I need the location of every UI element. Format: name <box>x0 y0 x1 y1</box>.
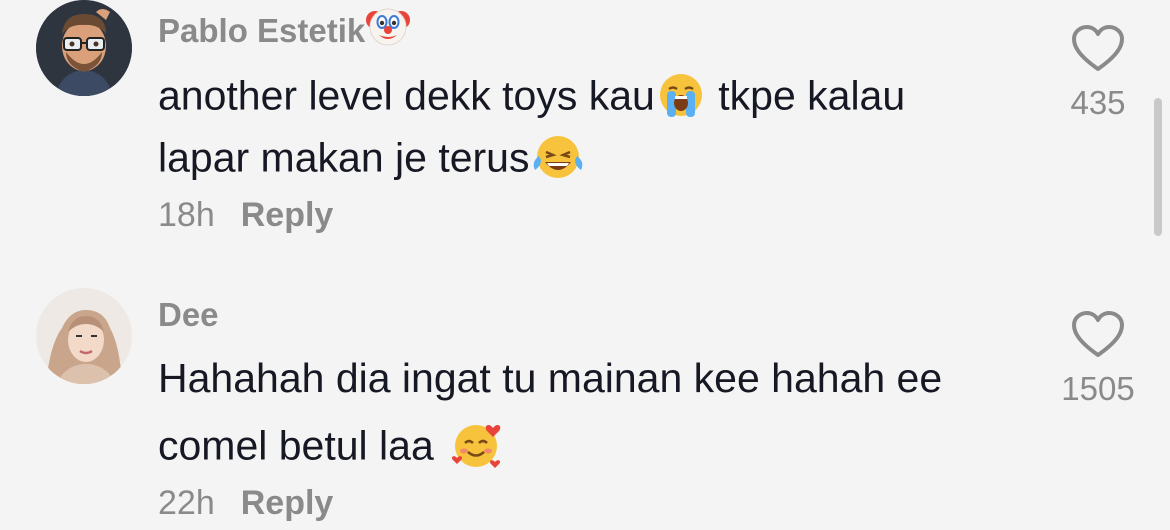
face-with-tears-of-joy-emoji <box>529 132 587 189</box>
username-text: Pablo Estetik <box>158 12 366 49</box>
like-button[interactable]: 435 <box>1038 24 1158 122</box>
smiling-face-with-hearts-emoji <box>449 418 505 479</box>
avatar[interactable] <box>36 288 132 384</box>
comment-meta: 18h Reply <box>158 196 333 235</box>
scrollbar[interactable] <box>1154 98 1162 236</box>
reply-button[interactable]: Reply <box>241 484 334 522</box>
comment-text-line: lapar makan je terus <box>158 132 587 189</box>
comment-text: tkpe kalau <box>706 72 906 119</box>
heart-outline-icon <box>1072 311 1124 357</box>
timestamp: 18h <box>158 196 215 234</box>
timestamp: 22h <box>158 484 215 522</box>
comment-text-line: another level dekk toys kau tkpe kalau <box>158 72 905 125</box>
comment-text: lapar makan je terus <box>158 134 530 181</box>
clown-face-emoji <box>365 4 411 56</box>
comment-text-line: Hahahah dia ingat tu mainan kee hahah ee <box>158 358 942 399</box>
comment-text: another level dekk toys kau <box>158 72 655 119</box>
comment-text: comel betul laa <box>158 422 446 469</box>
comment-text: Hahahah dia ingat tu mainan kee hahah ee <box>158 355 943 401</box>
comment-meta: 22h Reply <box>158 484 333 523</box>
username[interactable]: Pablo Estetik <box>158 4 411 56</box>
avatar[interactable] <box>36 0 132 96</box>
reply-button[interactable]: Reply <box>241 196 334 234</box>
like-button[interactable]: 1505 <box>1038 310 1158 408</box>
like-count: 435 <box>1070 84 1126 121</box>
like-count: 1505 <box>1061 370 1135 407</box>
loudly-crying-face-emoji <box>657 72 705 125</box>
username[interactable]: Dee <box>158 296 219 334</box>
comment-text-line: comel betul laa <box>158 418 505 479</box>
heart-outline-icon <box>1072 25 1124 71</box>
